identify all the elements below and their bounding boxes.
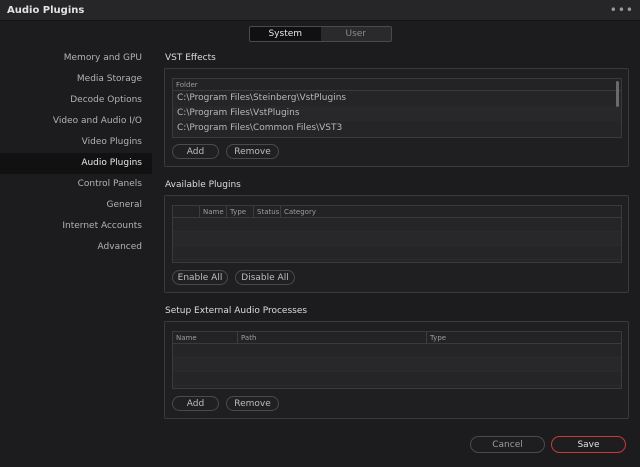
cancel-button[interactable]: Cancel <box>470 436 545 453</box>
available-panel: Name Type Status Category Enable All Dis… <box>164 195 629 293</box>
external-remove-button[interactable]: Remove <box>226 396 279 411</box>
external-section-title: Setup External Audio Processes <box>165 306 308 316</box>
vst-folder-header: Folder <box>173 79 621 91</box>
category-column-header: Category <box>284 207 316 216</box>
table-row <box>173 246 621 260</box>
sidebar-item-control-panels[interactable]: Control Panels <box>0 174 152 195</box>
path-column-header: Path <box>241 333 257 342</box>
available-section-title: Available Plugins <box>165 180 241 190</box>
list-item[interactable]: C:\Program Files\Common Files\VST3 <box>173 121 621 136</box>
table-row <box>173 358 621 372</box>
sidebar-item-memory-and-gpu[interactable]: Memory and GPU <box>0 48 152 69</box>
status-column-header: Status <box>257 207 280 216</box>
sidebar-item-media-storage[interactable]: Media Storage <box>0 69 152 90</box>
external-panel: Name Path Type Add Remove <box>164 321 629 419</box>
type-column-header: Type <box>230 207 247 216</box>
external-table-header: Name Path Type <box>173 332 621 344</box>
tab-system[interactable]: System <box>250 27 321 41</box>
vst-scrollbar[interactable] <box>616 81 619 107</box>
vst-section-title: VST Effects <box>165 53 216 63</box>
table-row <box>173 344 621 358</box>
title-bar: Audio Plugins ••• <box>0 0 640 21</box>
sidebar-item-advanced[interactable]: Advanced <box>0 237 152 258</box>
table-row <box>173 218 621 232</box>
more-horizontal-icon[interactable]: ••• <box>610 4 634 16</box>
tab-user[interactable]: User <box>320 27 391 41</box>
sidebar-item-video-plugins[interactable]: Video Plugins <box>0 132 152 153</box>
type-column-header: Type <box>430 333 447 342</box>
sidebar-item-video-and-audio-io[interactable]: Video and Audio I/O <box>0 111 152 132</box>
vst-folder-list: Folder C:\Program Files\Steinberg\VstPlu… <box>172 78 622 138</box>
table-row <box>173 372 621 386</box>
plugin-table: Name Type Status Category <box>172 205 622 263</box>
external-process-table: Name Path Type <box>172 331 622 389</box>
table-row <box>173 232 621 246</box>
name-column-header: Name <box>176 333 197 342</box>
sidebar-item-general[interactable]: General <box>0 195 152 216</box>
vst-panel: Folder C:\Program Files\Steinberg\VstPlu… <box>164 68 629 167</box>
plugin-table-header: Name Type Status Category <box>173 206 621 218</box>
save-button[interactable]: Save <box>551 436 626 453</box>
list-item[interactable]: C:\Program Files\VstPlugins <box>173 106 621 121</box>
sidebar: Memory and GPU Media Storage Decode Opti… <box>0 48 152 258</box>
sidebar-item-internet-accounts[interactable]: Internet Accounts <box>0 216 152 237</box>
sidebar-item-audio-plugins[interactable]: Audio Plugins <box>0 153 152 174</box>
vst-remove-button[interactable]: Remove <box>226 144 279 159</box>
folder-column-header: Folder <box>176 80 198 89</box>
sidebar-item-decode-options[interactable]: Decode Options <box>0 90 152 111</box>
external-add-button[interactable]: Add <box>172 396 219 411</box>
enable-all-button[interactable]: Enable All <box>172 270 228 285</box>
name-column-header: Name <box>203 207 224 216</box>
vst-add-button[interactable]: Add <box>172 144 219 159</box>
window-title: Audio Plugins <box>7 4 85 16</box>
scope-toggle: System User <box>249 26 392 42</box>
disable-all-button[interactable]: Disable All <box>235 270 295 285</box>
list-item[interactable]: C:\Program Files\Steinberg\VstPlugins <box>173 91 621 106</box>
